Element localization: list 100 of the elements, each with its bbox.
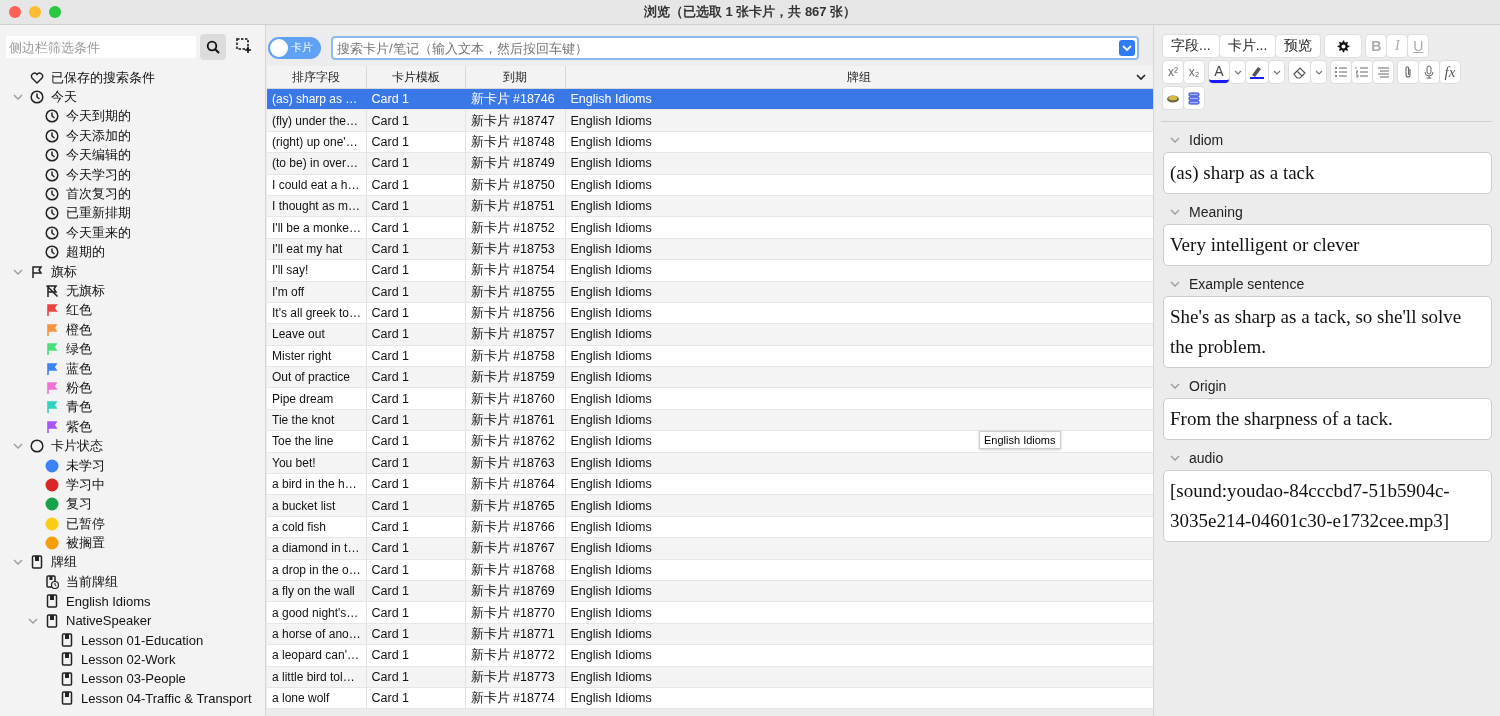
column-header[interactable]: 牌组 (565, 66, 1153, 89)
highlighter-button[interactable] (1246, 61, 1268, 83)
field-editor[interactable]: Very intelligent or clever (1163, 224, 1492, 266)
clock-icon (45, 109, 59, 124)
table-cell: 新卡片 #18766 (465, 516, 565, 538)
table-cell: Pipe dream (267, 387, 366, 410)
sidebar-item-label: 牌组 (51, 553, 77, 572)
preview-button[interactable]: 预览 (1276, 35, 1321, 57)
table-cell: English Idioms (565, 559, 1153, 581)
function-button[interactable]: fx (1440, 61, 1460, 83)
sidebar-item-label: 青色 (66, 398, 92, 417)
sidebar-item-label: 已暂停 (66, 514, 105, 533)
sidebar-item-label: 今天编辑的 (66, 146, 131, 165)
field-label: audio (1189, 450, 1224, 466)
table-cell: Card 1 (366, 687, 465, 709)
table-cell: 新卡片 #18768 (465, 559, 565, 581)
table-cell: English Idioms (565, 109, 1153, 132)
table-cell: Card 1 (366, 302, 465, 324)
table-cell: It's all greek to… (267, 302, 366, 324)
clock-icon (45, 187, 59, 202)
field-editor[interactable]: (as) sharp as a tack (1163, 152, 1492, 194)
text-color-button[interactable]: A (1209, 61, 1229, 83)
minimize-button[interactable] (29, 6, 41, 18)
eraser-button[interactable] (1289, 61, 1310, 83)
table-cell: English Idioms (565, 195, 1153, 217)
deck-clock-icon (45, 574, 59, 589)
sidebar-item-label: 今天到期的 (66, 107, 131, 126)
chevron-down-icon (1134, 71, 1147, 83)
table-cell: Tie the knot (267, 409, 366, 431)
table-cell: Card 1 (366, 516, 465, 538)
sidebar-filter-field[interactable]: 侧边栏筛选条件 (6, 36, 196, 58)
sidebar-item-label: 红色 (66, 301, 92, 320)
table-cell: a bucket list (267, 494, 366, 517)
table-cell: a diamond in t… (267, 537, 366, 560)
paperclip-button[interactable] (1398, 61, 1418, 83)
sidebar-item-label: 旗标 (51, 262, 77, 281)
fields-button[interactable]: 字段... (1163, 35, 1219, 57)
history-dropdown-button[interactable] (1119, 40, 1135, 56)
table-cell: English Idioms (565, 494, 1153, 517)
search-icon (206, 40, 220, 54)
field-editor[interactable]: [sound:youdao-84cccbd7-51b5904c-3035e214-04601c30-e1732cee.mp3] (1163, 470, 1492, 542)
deck-icon (60, 671, 74, 686)
clock-icon (45, 128, 59, 143)
superscript-button[interactable]: x² (1163, 61, 1183, 83)
column-header[interactable]: 排序字段 (267, 66, 366, 89)
table-cell: English Idioms (565, 409, 1153, 431)
table-cell: English Idioms (565, 88, 1153, 110)
sidebar-item-label: 学习中 (66, 475, 105, 494)
column-header[interactable]: 到期 (465, 66, 565, 89)
sidebar-item-label: English Idioms (66, 593, 151, 609)
microphone-icon (1422, 65, 1436, 79)
search-field[interactable]: 搜索卡片/笔记（输入文本，然后按回车键） (331, 36, 1139, 60)
field-editor[interactable]: From the sharpness of a tack. (1163, 398, 1492, 440)
table-cell: a bird in the h… (267, 473, 366, 495)
table-cell: 新卡片 #18748 (465, 131, 565, 153)
table-cell: Card 1 (366, 216, 465, 239)
table-cell: a fly on the wall (267, 580, 366, 602)
flag-icon (30, 264, 44, 279)
crossed-flag-icon (45, 284, 59, 298)
table-cell: Card 1 (366, 131, 465, 153)
table-cell: Card 1 (366, 387, 465, 410)
table-cell: (fly) under the… (267, 109, 366, 132)
table-cell: Toe the line (267, 430, 366, 453)
field-editor[interactable]: She's as sharp as a tack, so she'll solve the problem. (1163, 296, 1492, 368)
table-cell: 新卡片 #18774 (465, 687, 565, 709)
table-cell: I'll eat my hat (267, 238, 366, 260)
sidebar-item-label: 今天添加的 (66, 126, 131, 145)
cards-button[interactable]: 卡片... (1219, 35, 1276, 57)
table-cell: Card 1 (366, 601, 465, 624)
table-cell: I thought as m… (267, 195, 366, 217)
search-button[interactable] (200, 34, 226, 60)
table-cell: a drop in the o… (267, 559, 366, 581)
table-cell: a good night's… (267, 601, 366, 624)
close-button[interactable] (9, 6, 21, 18)
table-cell: 新卡片 #18762 (465, 430, 565, 453)
table-cell: 新卡片 #18758 (465, 345, 565, 367)
table-cell: English Idioms (565, 152, 1153, 175)
table-cell: English Idioms (565, 216, 1153, 239)
subscript-button[interactable]: x₂ (1184, 61, 1204, 83)
table-cell: English Idioms (565, 366, 1153, 388)
microphone-button[interactable] (1419, 61, 1439, 83)
field-label: Origin (1189, 378, 1227, 394)
stacked-books-button[interactable] (1184, 87, 1204, 109)
deck-icon (30, 555, 44, 570)
sidebar-item-label: 今天学习的 (66, 165, 131, 184)
table-cell: Card 1 (366, 174, 465, 196)
field-label: Example sentence (1189, 276, 1305, 292)
zoom-button[interactable] (49, 6, 61, 18)
deck-icon (60, 633, 74, 647)
column-header[interactable]: 卡片模板 (366, 66, 465, 89)
table-cell: English Idioms (565, 473, 1153, 495)
heart-icon (30, 70, 44, 85)
table-cell: English Idioms (565, 601, 1153, 624)
settings-button[interactable] (1325, 35, 1362, 57)
sidebar-item-label: 蓝色 (66, 359, 92, 378)
alignment-button[interactable] (1373, 61, 1393, 83)
table-cell: a cold fish (267, 516, 366, 538)
bowl-button[interactable] (1163, 87, 1183, 109)
table-cell: 新卡片 #18756 (465, 302, 565, 324)
selection-add-icon (236, 37, 252, 54)
